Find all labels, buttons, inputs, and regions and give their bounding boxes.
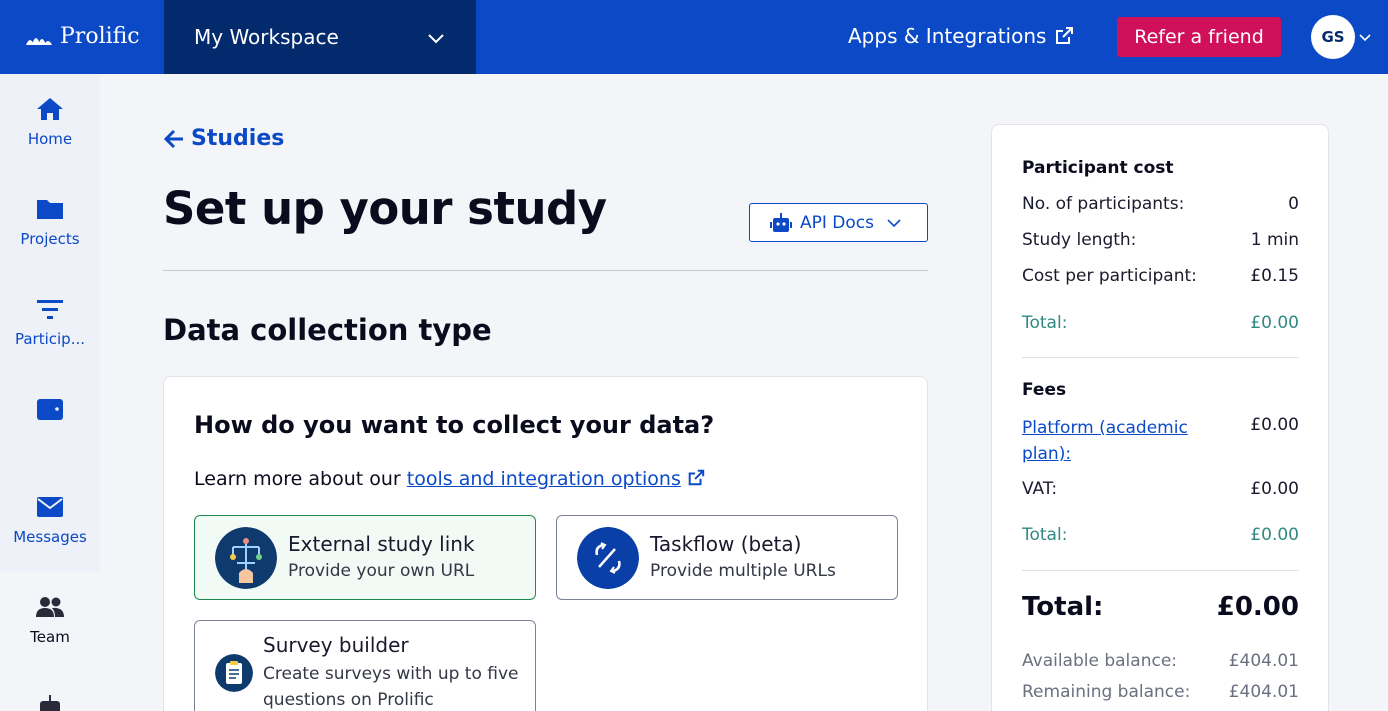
sidebar-item-label: Home bbox=[27, 130, 73, 148]
envelope-icon bbox=[37, 497, 63, 517]
tools-integration-link[interactable]: tools and integration options bbox=[407, 468, 681, 490]
summary-divider bbox=[1022, 357, 1299, 358]
survey-clipboard-icon bbox=[215, 654, 253, 692]
external-link-icon bbox=[1056, 27, 1074, 44]
participant-total-label: Total: bbox=[1022, 313, 1068, 333]
cpp-value: £0.15 bbox=[1250, 266, 1299, 286]
external-link-illustration-icon bbox=[215, 527, 277, 589]
sidebar-item-label: Particip... bbox=[14, 330, 86, 348]
avatar[interactable]: GS bbox=[1311, 15, 1355, 59]
participants-row: No. of participants: 0 bbox=[1022, 194, 1299, 214]
taskflow-icon bbox=[577, 527, 639, 589]
grand-total-label: Total: bbox=[1022, 592, 1104, 622]
option-subtitle: Create surveys with up to five questions… bbox=[263, 664, 519, 710]
participant-cost-heading: Participant cost bbox=[1022, 158, 1174, 178]
cpp-label: Cost per participant: bbox=[1022, 266, 1197, 286]
prolific-mark-icon bbox=[26, 37, 52, 45]
participants-label: No. of participants: bbox=[1022, 194, 1185, 214]
folder-icon bbox=[37, 200, 63, 219]
option-title: Survey builder bbox=[263, 633, 409, 657]
external-link-icon[interactable] bbox=[687, 469, 705, 487]
sidebar-item-label: Team bbox=[30, 628, 70, 646]
filter-icon bbox=[37, 300, 63, 319]
page-title: Set up your study bbox=[163, 182, 607, 235]
apps-label: Apps & Integrations bbox=[848, 24, 1047, 48]
vat-value: £0.00 bbox=[1250, 479, 1299, 499]
chevron-down-icon bbox=[428, 34, 444, 44]
chevron-down-icon[interactable] bbox=[1358, 30, 1372, 44]
option-title: External study link bbox=[288, 532, 475, 556]
participants-value: 0 bbox=[1288, 194, 1299, 214]
card-question: How do you want to collect your data? bbox=[194, 411, 715, 439]
remaining-balance-row: Remaining balance: £404.01 bbox=[1022, 682, 1299, 702]
sidebar-item-participants[interactable]: Particip... bbox=[0, 296, 100, 348]
section-title: Data collection type bbox=[163, 313, 492, 347]
api-docs-button[interactable]: API Docs bbox=[749, 203, 928, 242]
apps-integrations-link[interactable]: Apps & Integrations bbox=[848, 24, 1074, 48]
top-bar: Prolific My Workspace Apps & Integration… bbox=[0, 0, 1388, 74]
logo-text: Prolific bbox=[60, 24, 140, 49]
participant-total-row: Total: £0.00 bbox=[1022, 313, 1299, 333]
available-balance-value: £404.01 bbox=[1228, 651, 1299, 671]
participant-total-value: £0.00 bbox=[1250, 313, 1299, 333]
platform-fee-link[interactable]: Platform (academic plan): bbox=[1022, 415, 1202, 467]
available-balance-row: Available balance: £404.01 bbox=[1022, 651, 1299, 671]
back-to-studies-link[interactable]: Studies bbox=[163, 126, 284, 151]
home-icon bbox=[37, 98, 63, 120]
prolific-logo[interactable]: Prolific bbox=[24, 24, 140, 49]
learn-prefix: Learn more about our bbox=[194, 468, 407, 490]
vat-label: VAT: bbox=[1022, 479, 1058, 499]
remaining-balance-label: Remaining balance: bbox=[1022, 682, 1191, 702]
fees-total-label: Total: bbox=[1022, 525, 1068, 545]
fees-heading: Fees bbox=[1022, 380, 1067, 400]
vat-row: VAT: £0.00 bbox=[1022, 479, 1299, 499]
option-subtitle: Provide multiple URLs bbox=[650, 561, 836, 581]
study-length-label: Study length: bbox=[1022, 230, 1137, 250]
refer-friend-button[interactable]: Refer a friend bbox=[1117, 17, 1281, 57]
option-subtitle: Provide your own URL bbox=[288, 561, 475, 581]
grand-total-value: £0.00 bbox=[1216, 592, 1299, 622]
fees-total-row: Total: £0.00 bbox=[1022, 525, 1299, 545]
grand-total-row: Total: £0.00 bbox=[1022, 592, 1299, 622]
workspace-name: My Workspace bbox=[194, 25, 339, 49]
arrow-left-icon bbox=[163, 129, 183, 148]
users-icon bbox=[36, 597, 64, 617]
platform-fee-value: £0.00 bbox=[1250, 415, 1299, 435]
summary-divider bbox=[1022, 570, 1299, 571]
option-survey-builder[interactable]: Survey builder Create surveys with up to… bbox=[194, 620, 536, 711]
robot-icon bbox=[40, 695, 60, 711]
option-external-study-link[interactable]: External study link Provide your own URL bbox=[194, 515, 536, 600]
fees-total-value: £0.00 bbox=[1250, 525, 1299, 545]
data-collection-card: How do you want to collect your data? Le… bbox=[163, 376, 928, 711]
remaining-balance-value: £404.01 bbox=[1228, 682, 1299, 702]
sidebar-item-projects[interactable]: Projects bbox=[0, 196, 100, 248]
available-balance-label: Available balance: bbox=[1022, 651, 1178, 671]
sidebar-item-wallet[interactable] bbox=[0, 396, 100, 430]
chevron-down-icon bbox=[887, 218, 901, 227]
back-label: Studies bbox=[191, 126, 285, 151]
sidebar-item-home[interactable]: Home bbox=[0, 96, 100, 148]
sidebar-item-messages[interactable]: Messages bbox=[0, 494, 100, 546]
study-length-value: 1 min bbox=[1250, 230, 1299, 250]
option-taskflow[interactable]: Taskflow (beta) Provide multiple URLs bbox=[556, 515, 898, 600]
sidebar-item-label: Projects bbox=[20, 230, 80, 248]
platform-fee-row: Platform (academic plan): £0.00 bbox=[1022, 415, 1299, 467]
learn-more-text: Learn more about our tools and integrati… bbox=[194, 468, 705, 490]
sidebar-item-label: Messages bbox=[13, 528, 87, 546]
study-length-row: Study length: 1 min bbox=[1022, 230, 1299, 250]
title-divider bbox=[163, 270, 928, 271]
option-title: Taskflow (beta) bbox=[650, 532, 802, 556]
api-docs-label: API Docs bbox=[800, 212, 874, 233]
cost-summary-panel: Participant cost No. of participants: 0 … bbox=[991, 124, 1329, 711]
sidebar-item-bot[interactable] bbox=[0, 694, 100, 711]
robot-icon bbox=[770, 212, 792, 232]
workspace-switcher[interactable]: My Workspace bbox=[164, 0, 476, 74]
sidebar-item-team[interactable]: Team bbox=[0, 594, 100, 646]
cost-per-participant-row: Cost per participant: £0.15 bbox=[1022, 266, 1299, 286]
sidebar: Home Projects Particip... Messages Team bbox=[0, 74, 100, 711]
wallet-icon bbox=[37, 399, 63, 420]
